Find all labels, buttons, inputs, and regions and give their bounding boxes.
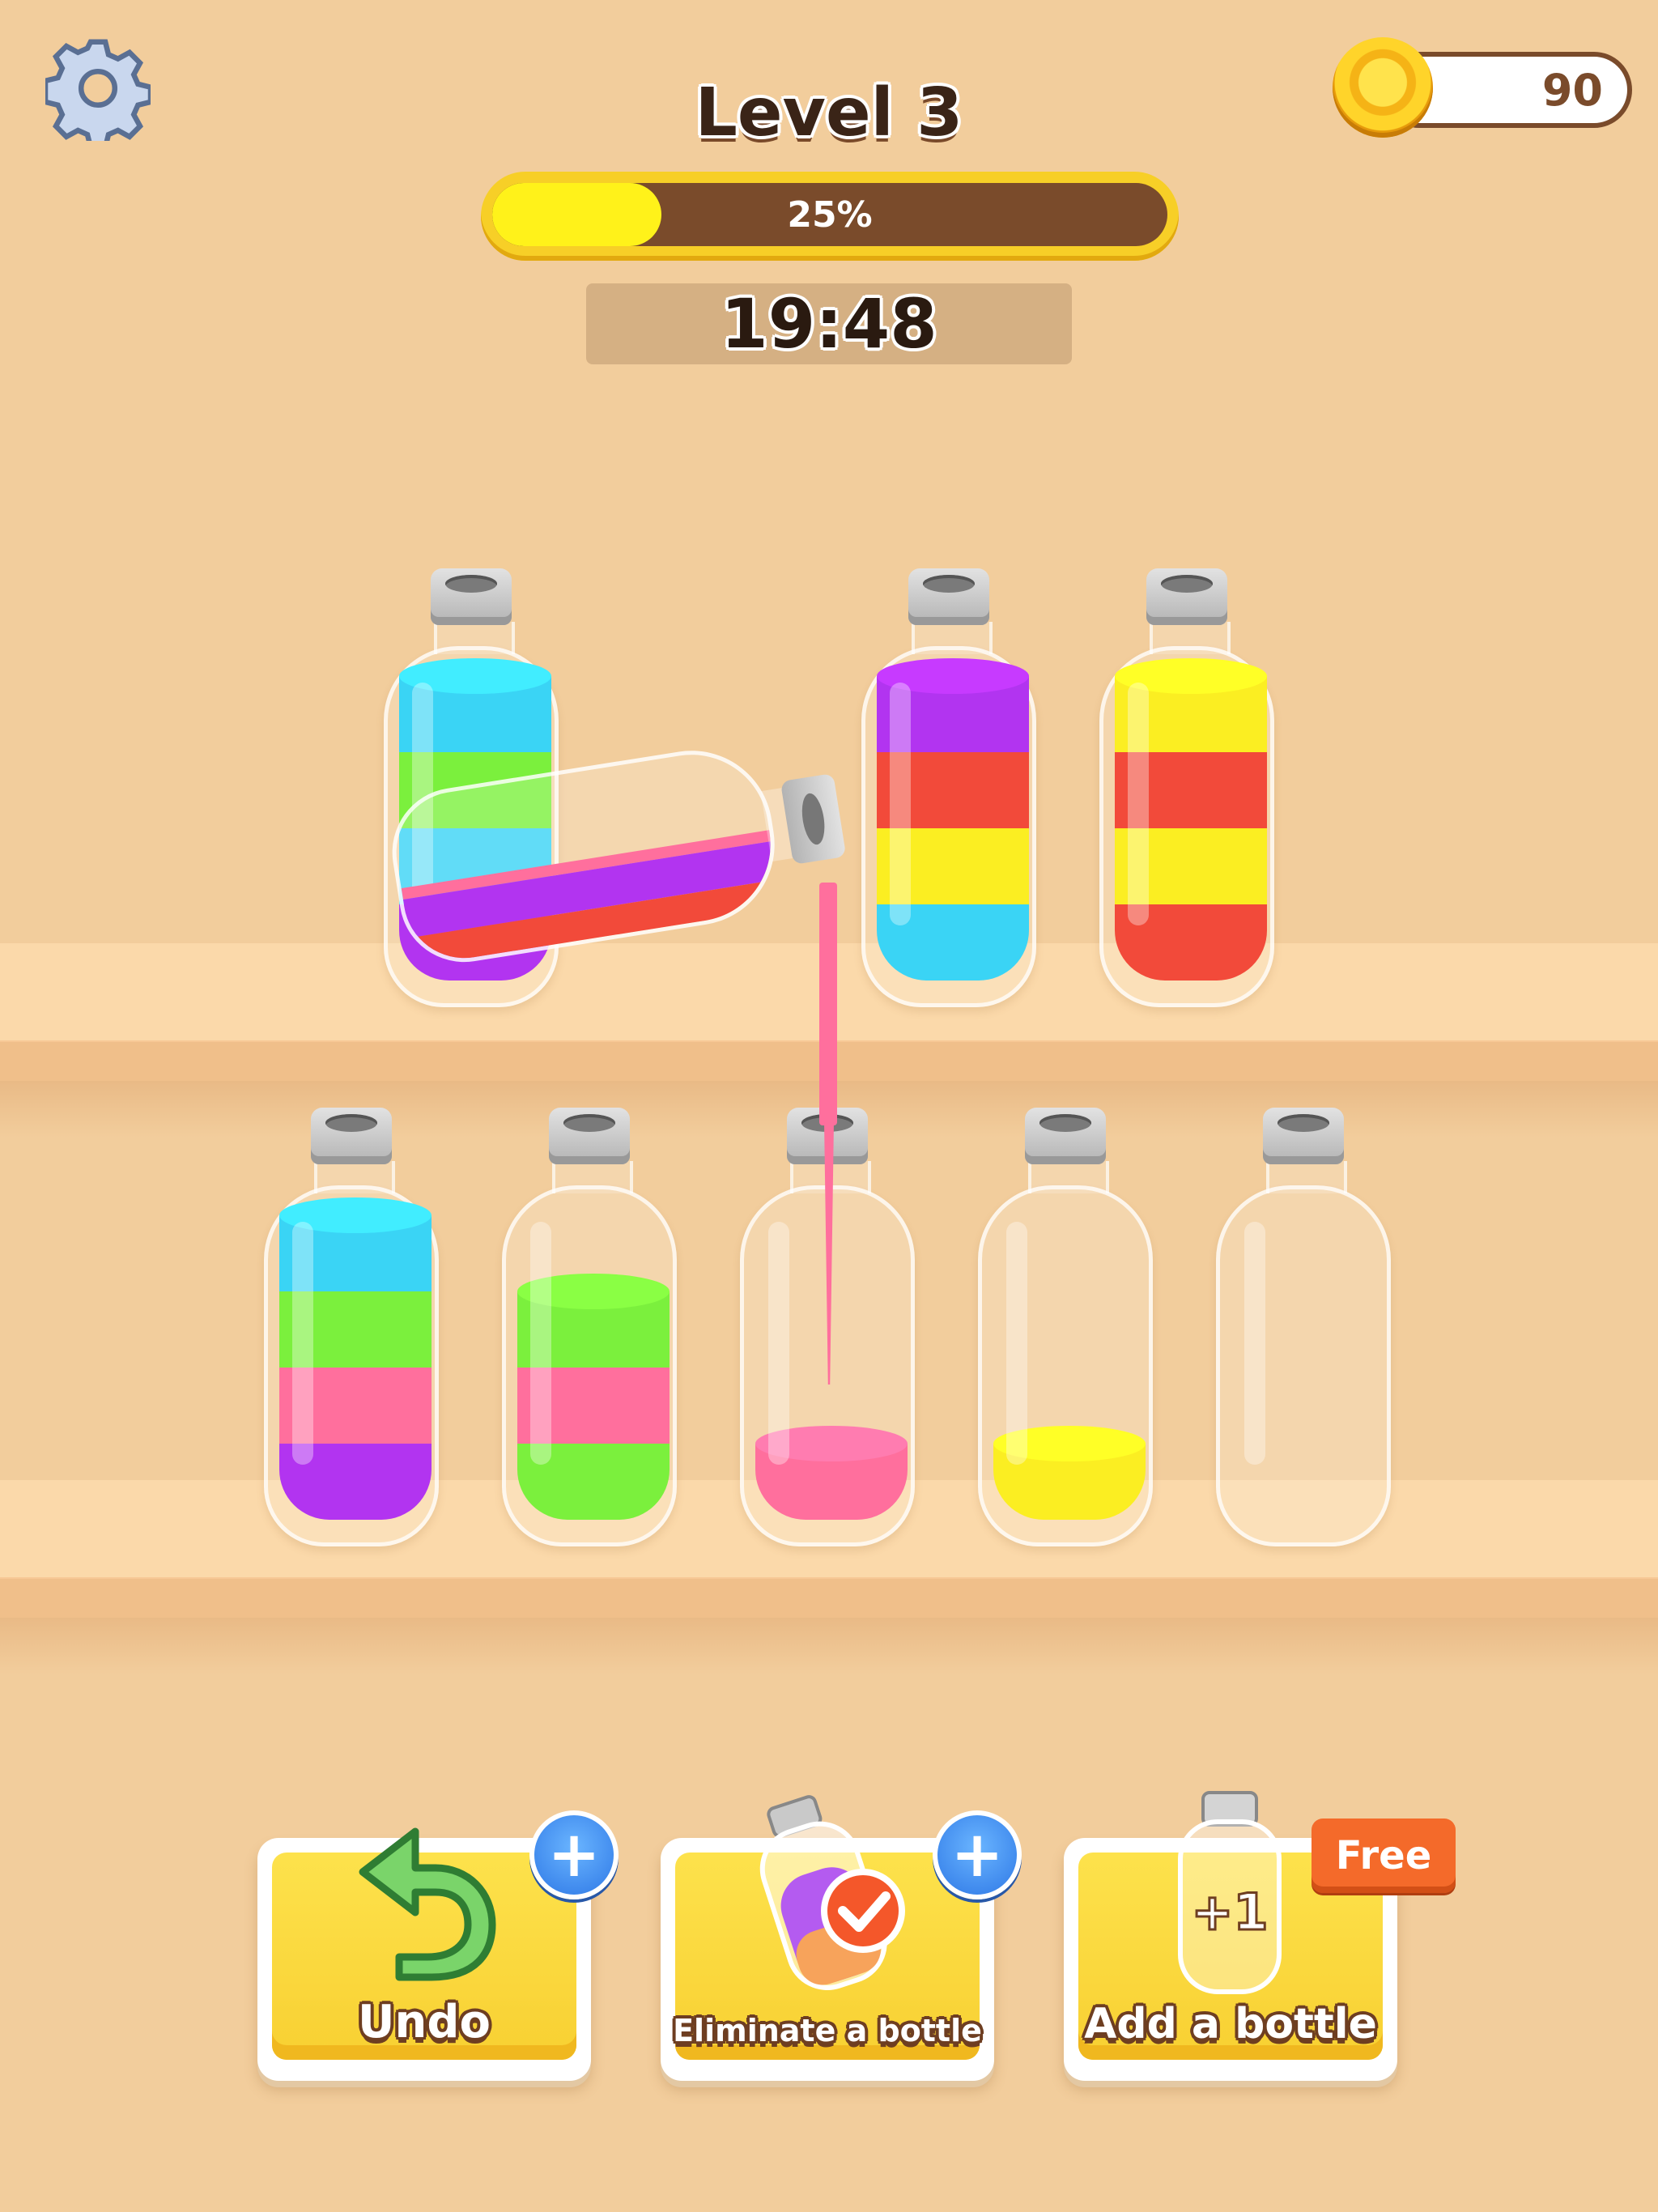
bottle[interactable] bbox=[264, 1108, 439, 1561]
bottle-glass bbox=[264, 1185, 439, 1546]
undo-arrow-icon bbox=[359, 1827, 496, 1981]
bottle-cap bbox=[431, 568, 512, 625]
bottle-cap bbox=[1263, 1108, 1344, 1164]
bottle-plus-one-icon: +1 bbox=[1178, 1791, 1282, 1994]
glass-highlight bbox=[530, 1222, 551, 1465]
pour-stream bbox=[819, 883, 837, 1125]
bottle-neck bbox=[552, 1161, 633, 1193]
glass-highlight bbox=[1244, 1222, 1265, 1465]
bottle-neck bbox=[1266, 1161, 1347, 1193]
bottle-glass bbox=[502, 1185, 677, 1546]
free-badge: Free bbox=[1312, 1819, 1456, 1893]
lower-shelf-front bbox=[0, 1577, 1658, 1619]
lower-shelf-shadow bbox=[0, 1618, 1658, 1674]
undo-label: Undo bbox=[358, 1996, 491, 2048]
bottle-neck bbox=[1150, 622, 1231, 654]
bottle[interactable] bbox=[1099, 568, 1274, 1022]
bottle-cap bbox=[908, 568, 989, 625]
eliminate-plus-badge[interactable]: + bbox=[933, 1810, 1022, 1899]
bottle-glass bbox=[978, 1185, 1153, 1546]
bottle-cap bbox=[1025, 1108, 1106, 1164]
bottle-glass bbox=[1216, 1185, 1391, 1546]
bottle[interactable] bbox=[861, 568, 1036, 1022]
coin-icon bbox=[1333, 37, 1433, 138]
add-bottle-label: Add a bottle bbox=[1084, 2000, 1377, 2048]
progress-label: 25% bbox=[787, 194, 873, 236]
coin-counter: 90 bbox=[1333, 37, 1635, 138]
bottle[interactable] bbox=[502, 1108, 677, 1561]
bottle-neck bbox=[314, 1161, 395, 1193]
bottle[interactable] bbox=[978, 1108, 1153, 1561]
undo-plus-badge[interactable]: + bbox=[529, 1810, 619, 1899]
bottle-cap bbox=[549, 1108, 630, 1164]
glass-highlight bbox=[1006, 1222, 1027, 1465]
bottle-cap bbox=[1146, 568, 1227, 625]
countdown-timer: 19:48 bbox=[586, 283, 1072, 364]
bottle-neck bbox=[1028, 1161, 1109, 1193]
bottle-check-icon bbox=[759, 1795, 905, 1990]
bottle-cap bbox=[311, 1108, 392, 1164]
bottle-glass bbox=[861, 646, 1036, 1007]
bottle-neck bbox=[434, 622, 515, 654]
glass-highlight bbox=[1128, 683, 1149, 925]
glass-highlight bbox=[292, 1222, 313, 1465]
bottle-glass bbox=[1099, 646, 1274, 1007]
glass-highlight bbox=[768, 1222, 789, 1465]
glass-highlight bbox=[890, 683, 911, 925]
svg-text:+1: +1 bbox=[1191, 1882, 1268, 1942]
bottle-neck bbox=[912, 622, 993, 654]
eliminate-bottle-label: Eliminate a bottle bbox=[673, 2013, 982, 2048]
level-progress-bar: 25% bbox=[481, 172, 1179, 261]
bottle[interactable] bbox=[1216, 1108, 1391, 1561]
